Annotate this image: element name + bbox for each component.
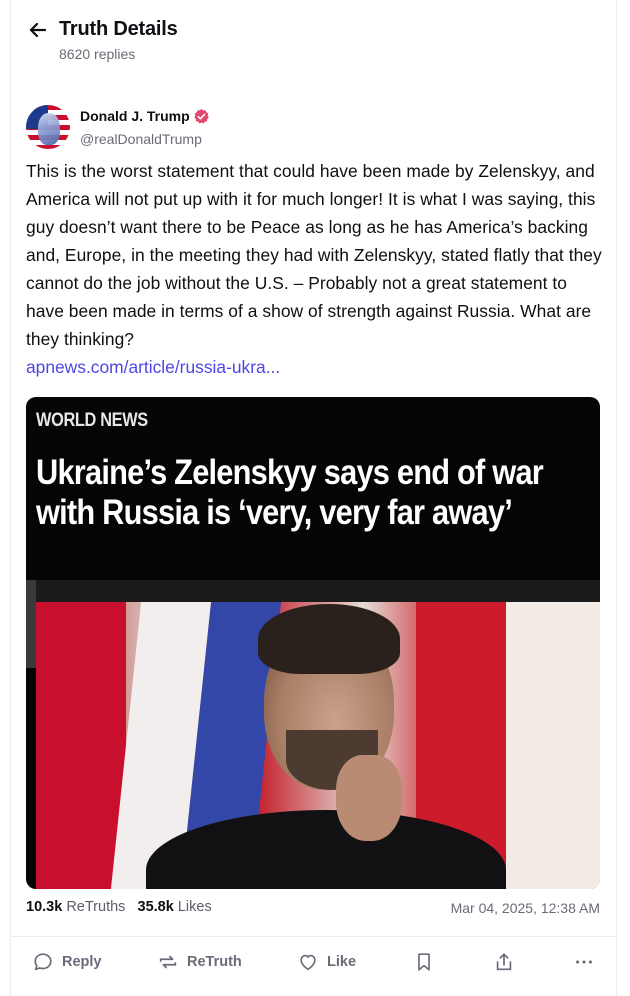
retruth-label: ReTruth	[187, 954, 242, 970]
reply-count: 8620 replies	[59, 46, 136, 62]
more-options-button[interactable]	[573, 948, 595, 976]
likes-label: Likes	[177, 899, 212, 915]
divider	[10, 936, 617, 937]
arrow-left-icon[interactable]	[26, 18, 50, 42]
author-name[interactable]: Donald J. Trump	[80, 108, 190, 124]
likes-stat[interactable]: 35.8k Likes	[138, 899, 212, 915]
article-link[interactable]: apnews.com/article/russia-ukra...	[26, 353, 280, 381]
retruths-label: ReTruths	[66, 899, 126, 915]
reply-button[interactable]: Reply	[32, 948, 102, 976]
retruths-count: 10.3k	[26, 899, 63, 915]
more-icon	[576, 960, 592, 964]
media-headline: Ukraine’s Zelenskyy says end of war with…	[36, 453, 544, 532]
verified-badge-icon	[194, 109, 209, 124]
likes-count: 35.8k	[137, 899, 174, 915]
news-photo	[36, 580, 600, 889]
share-button[interactable]	[493, 948, 515, 976]
avatar-portrait	[38, 113, 60, 145]
page-title: Truth Details	[59, 18, 178, 40]
post-timestamp: Mar 04, 2025, 12:38 AM	[450, 900, 600, 916]
post-stats: 10.3k ReTruths 35.8k Likes	[26, 899, 212, 915]
media-side-strip	[26, 580, 36, 668]
like-label: Like	[327, 954, 357, 970]
retruths-stat[interactable]: 10.3k ReTruths	[26, 899, 125, 915]
like-button[interactable]: Like	[297, 948, 356, 976]
author-handle[interactable]: @realDonaldTrump	[80, 131, 202, 147]
retruth-icon	[159, 955, 177, 969]
media-kicker: WORLD NEWS	[36, 410, 148, 431]
retruth-button[interactable]: ReTruth	[157, 948, 242, 976]
share-icon	[496, 953, 512, 971]
heart-icon	[300, 954, 316, 971]
post-text: This is the worst statement that could h…	[26, 161, 602, 349]
reply-icon	[34, 953, 52, 971]
bookmark-button[interactable]	[413, 948, 435, 976]
bookmark-icon	[418, 953, 430, 971]
reply-label: Reply	[62, 954, 102, 970]
link-preview-image[interactable]: WORLD NEWS Ukraine’s Zelenskyy says end …	[26, 397, 600, 889]
avatar[interactable]	[26, 105, 70, 149]
